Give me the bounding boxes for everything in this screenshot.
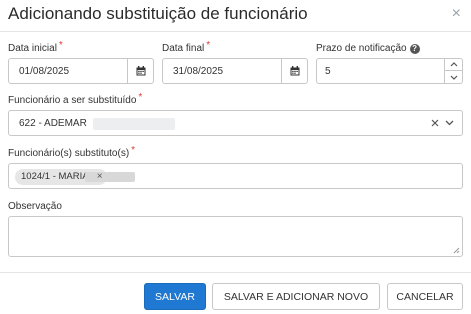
data-inicial-calendar-button[interactable] (127, 59, 153, 83)
funcionarios-substitutos-label: Funcionário(s) substituto(s) * (8, 145, 136, 159)
increment-button[interactable] (445, 59, 462, 71)
chip-label: 1024/1 - MARIA (21, 171, 89, 182)
cancel-button[interactable]: CANCELAR (387, 283, 463, 310)
clear-icon[interactable] (431, 119, 439, 127)
chevron-down-icon[interactable] (445, 120, 454, 126)
footer-divider (0, 272, 471, 273)
dialog-title: Adicionando substituição de funcionário (8, 4, 308, 23)
save-button[interactable]: SALVAR (144, 283, 206, 310)
data-final-value: 31/08/2025 (173, 66, 224, 77)
data-inicial-value: 01/08/2025 (19, 66, 70, 77)
help-icon[interactable]: ? (409, 44, 420, 54)
prazo-label: Prazo de notificação? (316, 43, 420, 55)
funcionarios-substitutos-multiselect[interactable]: 1024/1 - MARIA × (8, 163, 463, 189)
close-icon[interactable]: × (452, 5, 461, 23)
decrement-button[interactable] (445, 71, 462, 83)
chevron-down-icon (450, 75, 457, 80)
required-mark: * (206, 40, 211, 51)
funcionario-substituido-label: Funcionário a ser substituído * (8, 92, 143, 106)
funcionario-substituido-value: 622 - ADEMAR (19, 118, 87, 129)
redacted-name-mask (93, 118, 175, 130)
chip-remove-icon[interactable]: × (97, 169, 103, 185)
data-inicial-field[interactable]: 01/08/2025 (8, 58, 154, 84)
data-final-label: Data final * (162, 40, 211, 54)
data-final-field[interactable]: 31/08/2025 (162, 58, 308, 84)
funcionario-substituido-select[interactable]: 622 - ADEMAR (8, 110, 463, 136)
resize-handle-icon[interactable] (453, 247, 460, 254)
calendar-icon (136, 66, 145, 76)
prazo-input[interactable]: 5 (316, 58, 463, 84)
observacao-textarea[interactable] (8, 216, 463, 257)
prazo-stepper[interactable] (444, 59, 462, 83)
required-mark: * (131, 145, 136, 156)
calendar-icon (290, 66, 299, 76)
substituto-chip: 1024/1 - MARIA × (15, 169, 135, 185)
data-inicial-label: Data inicial * (8, 40, 63, 54)
prazo-value: 5 (325, 66, 331, 77)
observacao-label: Observação (8, 201, 62, 212)
required-mark: * (138, 92, 143, 103)
chevron-up-icon (450, 62, 457, 67)
redacted-name-mask (85, 172, 135, 182)
data-final-calendar-button[interactable] (281, 59, 307, 83)
save-and-add-button[interactable]: SALVAR E ADICIONAR NOVO (212, 283, 380, 310)
header-divider (0, 31, 471, 32)
required-mark: * (58, 40, 63, 51)
